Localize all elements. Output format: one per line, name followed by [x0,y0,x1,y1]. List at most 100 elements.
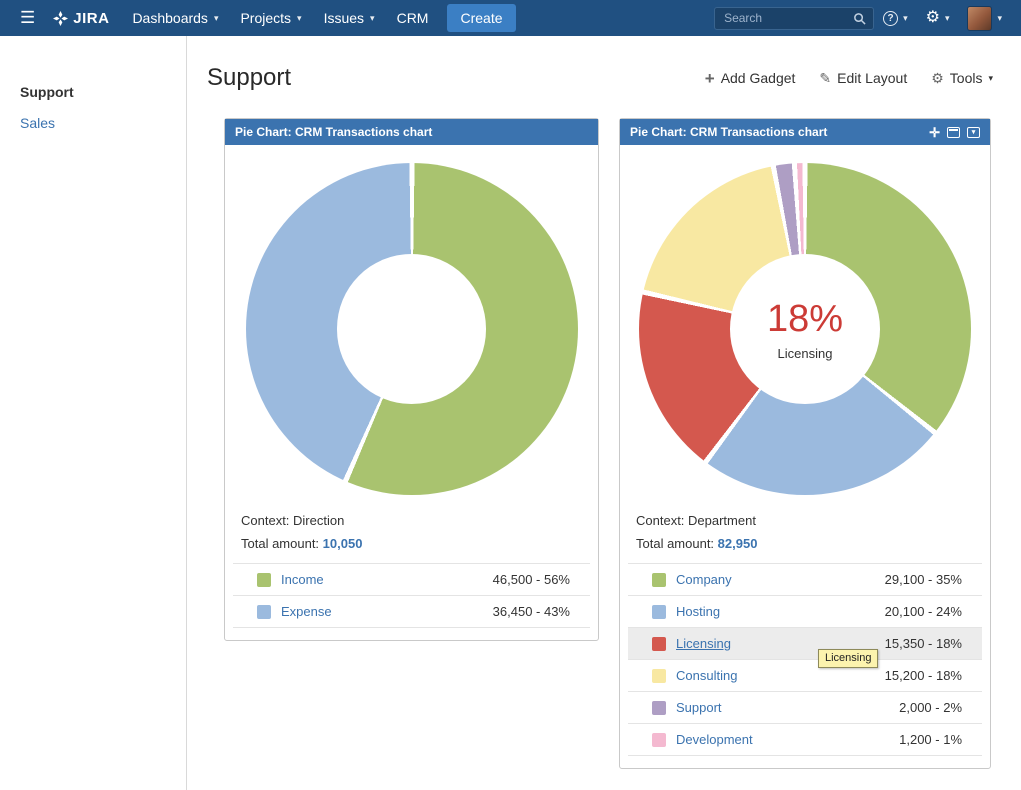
legend-swatch [652,573,666,587]
donut-center-label: 18% Licensing [639,163,971,495]
tooltip: Licensing [818,649,878,668]
gadget-header[interactable]: Pie Chart: CRM Transactions chart ✛ ▾ [620,119,990,145]
donut-chart-direction[interactable] [246,163,578,495]
gadget-header[interactable]: Pie Chart: CRM Transactions chart [225,119,598,145]
nav-dashboards[interactable]: Dashboards ▾ [121,0,229,36]
tools-label: Tools [950,70,983,86]
app-switcher-icon[interactable]: ☰ [10,8,45,28]
legend-value: 2,000 - 2% [899,700,962,715]
total-value: 82,950 [718,536,758,551]
center-slice-name: Licensing [778,346,833,361]
edit-layout-label: Edit Layout [837,70,907,86]
total-value: 10,050 [323,536,363,551]
legend-row[interactable]: Company 29,100 - 35% [628,564,982,596]
legend-value: 15,350 - 18% [885,636,962,651]
legend-label[interactable]: Licensing [676,636,731,651]
brand-text: JIRA [73,10,109,27]
legend-value: 29,100 - 35% [885,572,962,587]
chart-legend: Company 29,100 - 35% Hosting 20,100 - 24% Li… [628,563,982,756]
legend-row[interactable]: Support 2,000 - 2% [628,692,982,724]
legend-row[interactable]: Expense 36,450 - 43% [233,596,590,628]
help-menu[interactable]: ? ▾ [874,0,917,36]
chevron-down-icon: ▾ [297,13,302,24]
legend-row[interactable]: Licensing 15,350 - 18% [628,628,982,660]
admin-settings-menu[interactable]: ⚙ ▾ [917,0,959,36]
gadget-info: Context: Department Total amount: 82,950 [636,511,974,553]
chart-legend: Income 46,500 - 56% Expense 36,450 - 43% [233,563,590,628]
legend-label[interactable]: Support [676,700,722,715]
add-gadget-button[interactable]: + Add Gadget [705,70,796,87]
gear-icon: ⚙ [926,10,940,26]
nav-crm[interactable]: CRM [386,0,440,36]
legend-label[interactable]: Development [676,732,753,747]
gadget-title: Pie Chart: CRM Transactions chart [235,125,432,139]
center-percent: 18% [767,298,843,341]
user-profile-menu[interactable]: ▾ [958,0,1011,36]
gadget-pie-chart-direction: Pie Chart: CRM Transactions chart Contex… [224,118,599,641]
search-input[interactable] [722,10,840,26]
tools-menu-button[interactable]: ⚙ Tools ▾ [931,70,993,87]
chevron-down-icon: ▾ [214,13,219,24]
legend-swatch [652,701,666,715]
legend-label[interactable]: Company [676,572,732,587]
legend-label[interactable]: Consulting [676,668,737,683]
chart-total: Total amount: 10,050 [241,534,582,554]
legend-row[interactable]: Hosting 20,100 - 24% [628,596,982,628]
legend-value: 1,200 - 1% [899,732,962,747]
jira-logo[interactable]: JIRA [45,10,121,27]
search-icon[interactable] [853,12,866,25]
total-label: Total amount: [241,536,319,551]
legend-label[interactable]: Expense [281,604,332,619]
jira-logo-icon [53,11,68,26]
gadget-pie-chart-department: Pie Chart: CRM Transactions chart ✛ ▾ 18… [619,118,991,769]
legend-swatch [257,573,271,587]
chart-total: Total amount: 82,950 [636,534,974,554]
legend-swatch [257,605,271,619]
dashboard-main: Support + Add Gadget ✎ Edit Layout ⚙ Too… [187,36,1021,790]
legend-row[interactable]: Development 1,200 - 1% [628,724,982,756]
gadget-info: Context: Direction Total amount: 10,050 [241,511,582,553]
move-gadget-icon[interactable]: ✛ [929,126,940,139]
chart-context: Context: Department [636,511,974,531]
legend-value: 46,500 - 56% [493,572,570,587]
nav-issues[interactable]: Issues ▾ [313,0,386,36]
edit-layout-button[interactable]: ✎ Edit Layout [819,70,907,87]
legend-row[interactable]: Income 46,500 - 56% [233,564,590,596]
gadget-title: Pie Chart: CRM Transactions chart [630,125,827,139]
gadget-menu-icon[interactable]: ▾ [967,127,980,138]
nav-projects[interactable]: Projects ▾ [229,0,312,36]
dashboard-toolbar: + Add Gadget ✎ Edit Layout ⚙ Tools ▾ [705,70,993,87]
nav-label: Dashboards [132,10,208,26]
maximize-gadget-icon[interactable] [947,127,960,138]
chevron-down-icon: ▾ [988,73,993,84]
dashboard-sidebar: Support Sales [0,36,187,790]
sidebar-item-support[interactable]: Support [20,84,186,100]
legend-swatch [652,605,666,619]
legend-value: 36,450 - 43% [493,604,570,619]
total-label: Total amount: [636,536,714,551]
donut-chart-department[interactable]: 18% Licensing [639,163,971,495]
nav-label: CRM [397,10,429,26]
legend-swatch [652,637,666,651]
page-content: Support Sales Support + Add Gadget ✎ Edi… [0,36,1021,790]
chevron-down-icon: ▾ [997,13,1002,24]
page-header: Support + Add Gadget ✎ Edit Layout ⚙ Too… [207,64,993,92]
top-navbar: ☰ JIRA Dashboards ▾ Projects ▾ Issues ▾ … [0,0,1021,36]
legend-label[interactable]: Income [281,572,324,587]
legend-row[interactable]: Consulting 15,200 - 18% [628,660,982,692]
chevron-down-icon: ▾ [903,13,908,24]
legend-value: 15,200 - 18% [885,668,962,683]
legend-swatch [652,669,666,683]
search-box[interactable] [714,7,874,30]
gear-icon: ⚙ [931,70,944,87]
chevron-down-icon: ▾ [945,13,950,24]
legend-value: 20,100 - 24% [885,604,962,619]
chevron-down-icon: ▾ [370,13,375,24]
create-button[interactable]: Create [447,4,515,32]
help-icon: ? [883,11,898,26]
add-gadget-label: Add Gadget [721,70,796,86]
legend-label[interactable]: Hosting [676,604,720,619]
sidebar-item-sales[interactable]: Sales [20,115,186,131]
avatar [967,6,992,31]
nav-label: Issues [324,10,364,26]
